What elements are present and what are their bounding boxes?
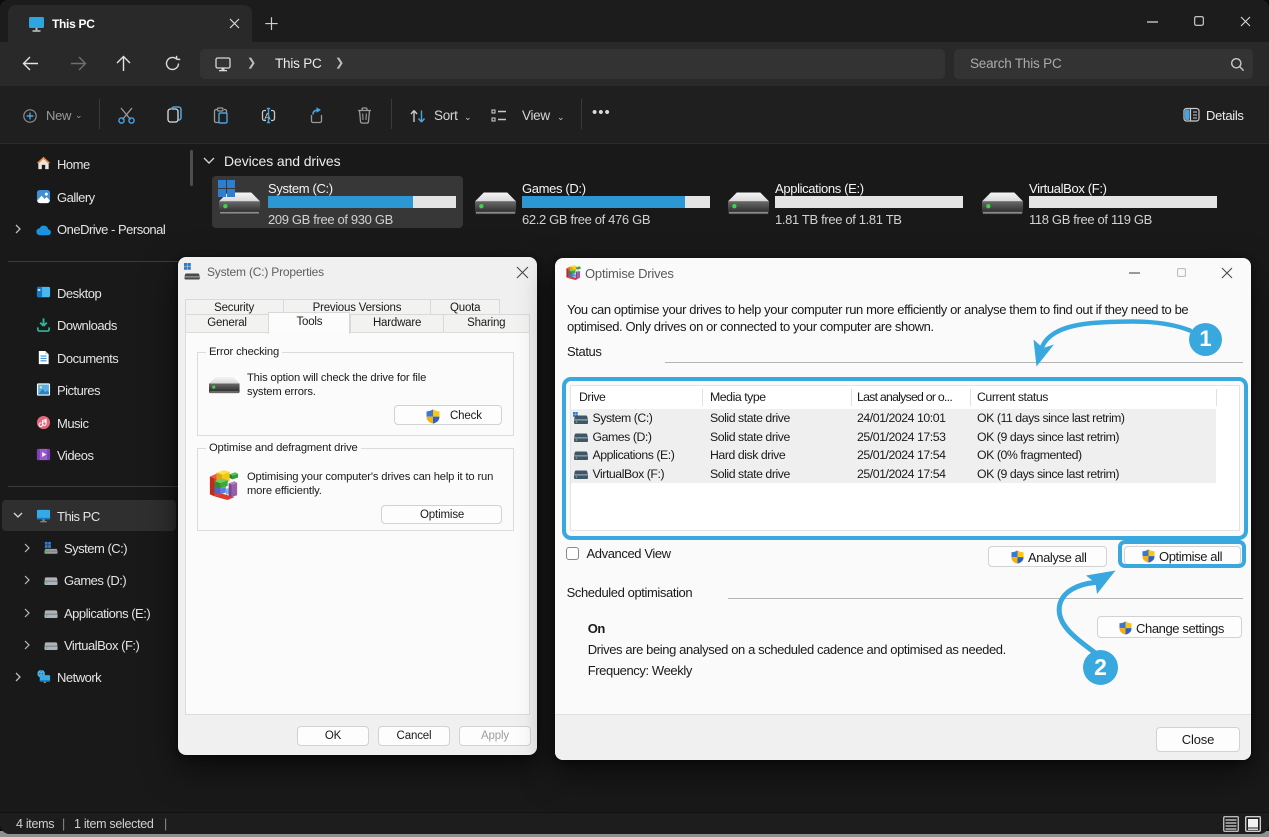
svg-text:A: A (264, 112, 271, 123)
